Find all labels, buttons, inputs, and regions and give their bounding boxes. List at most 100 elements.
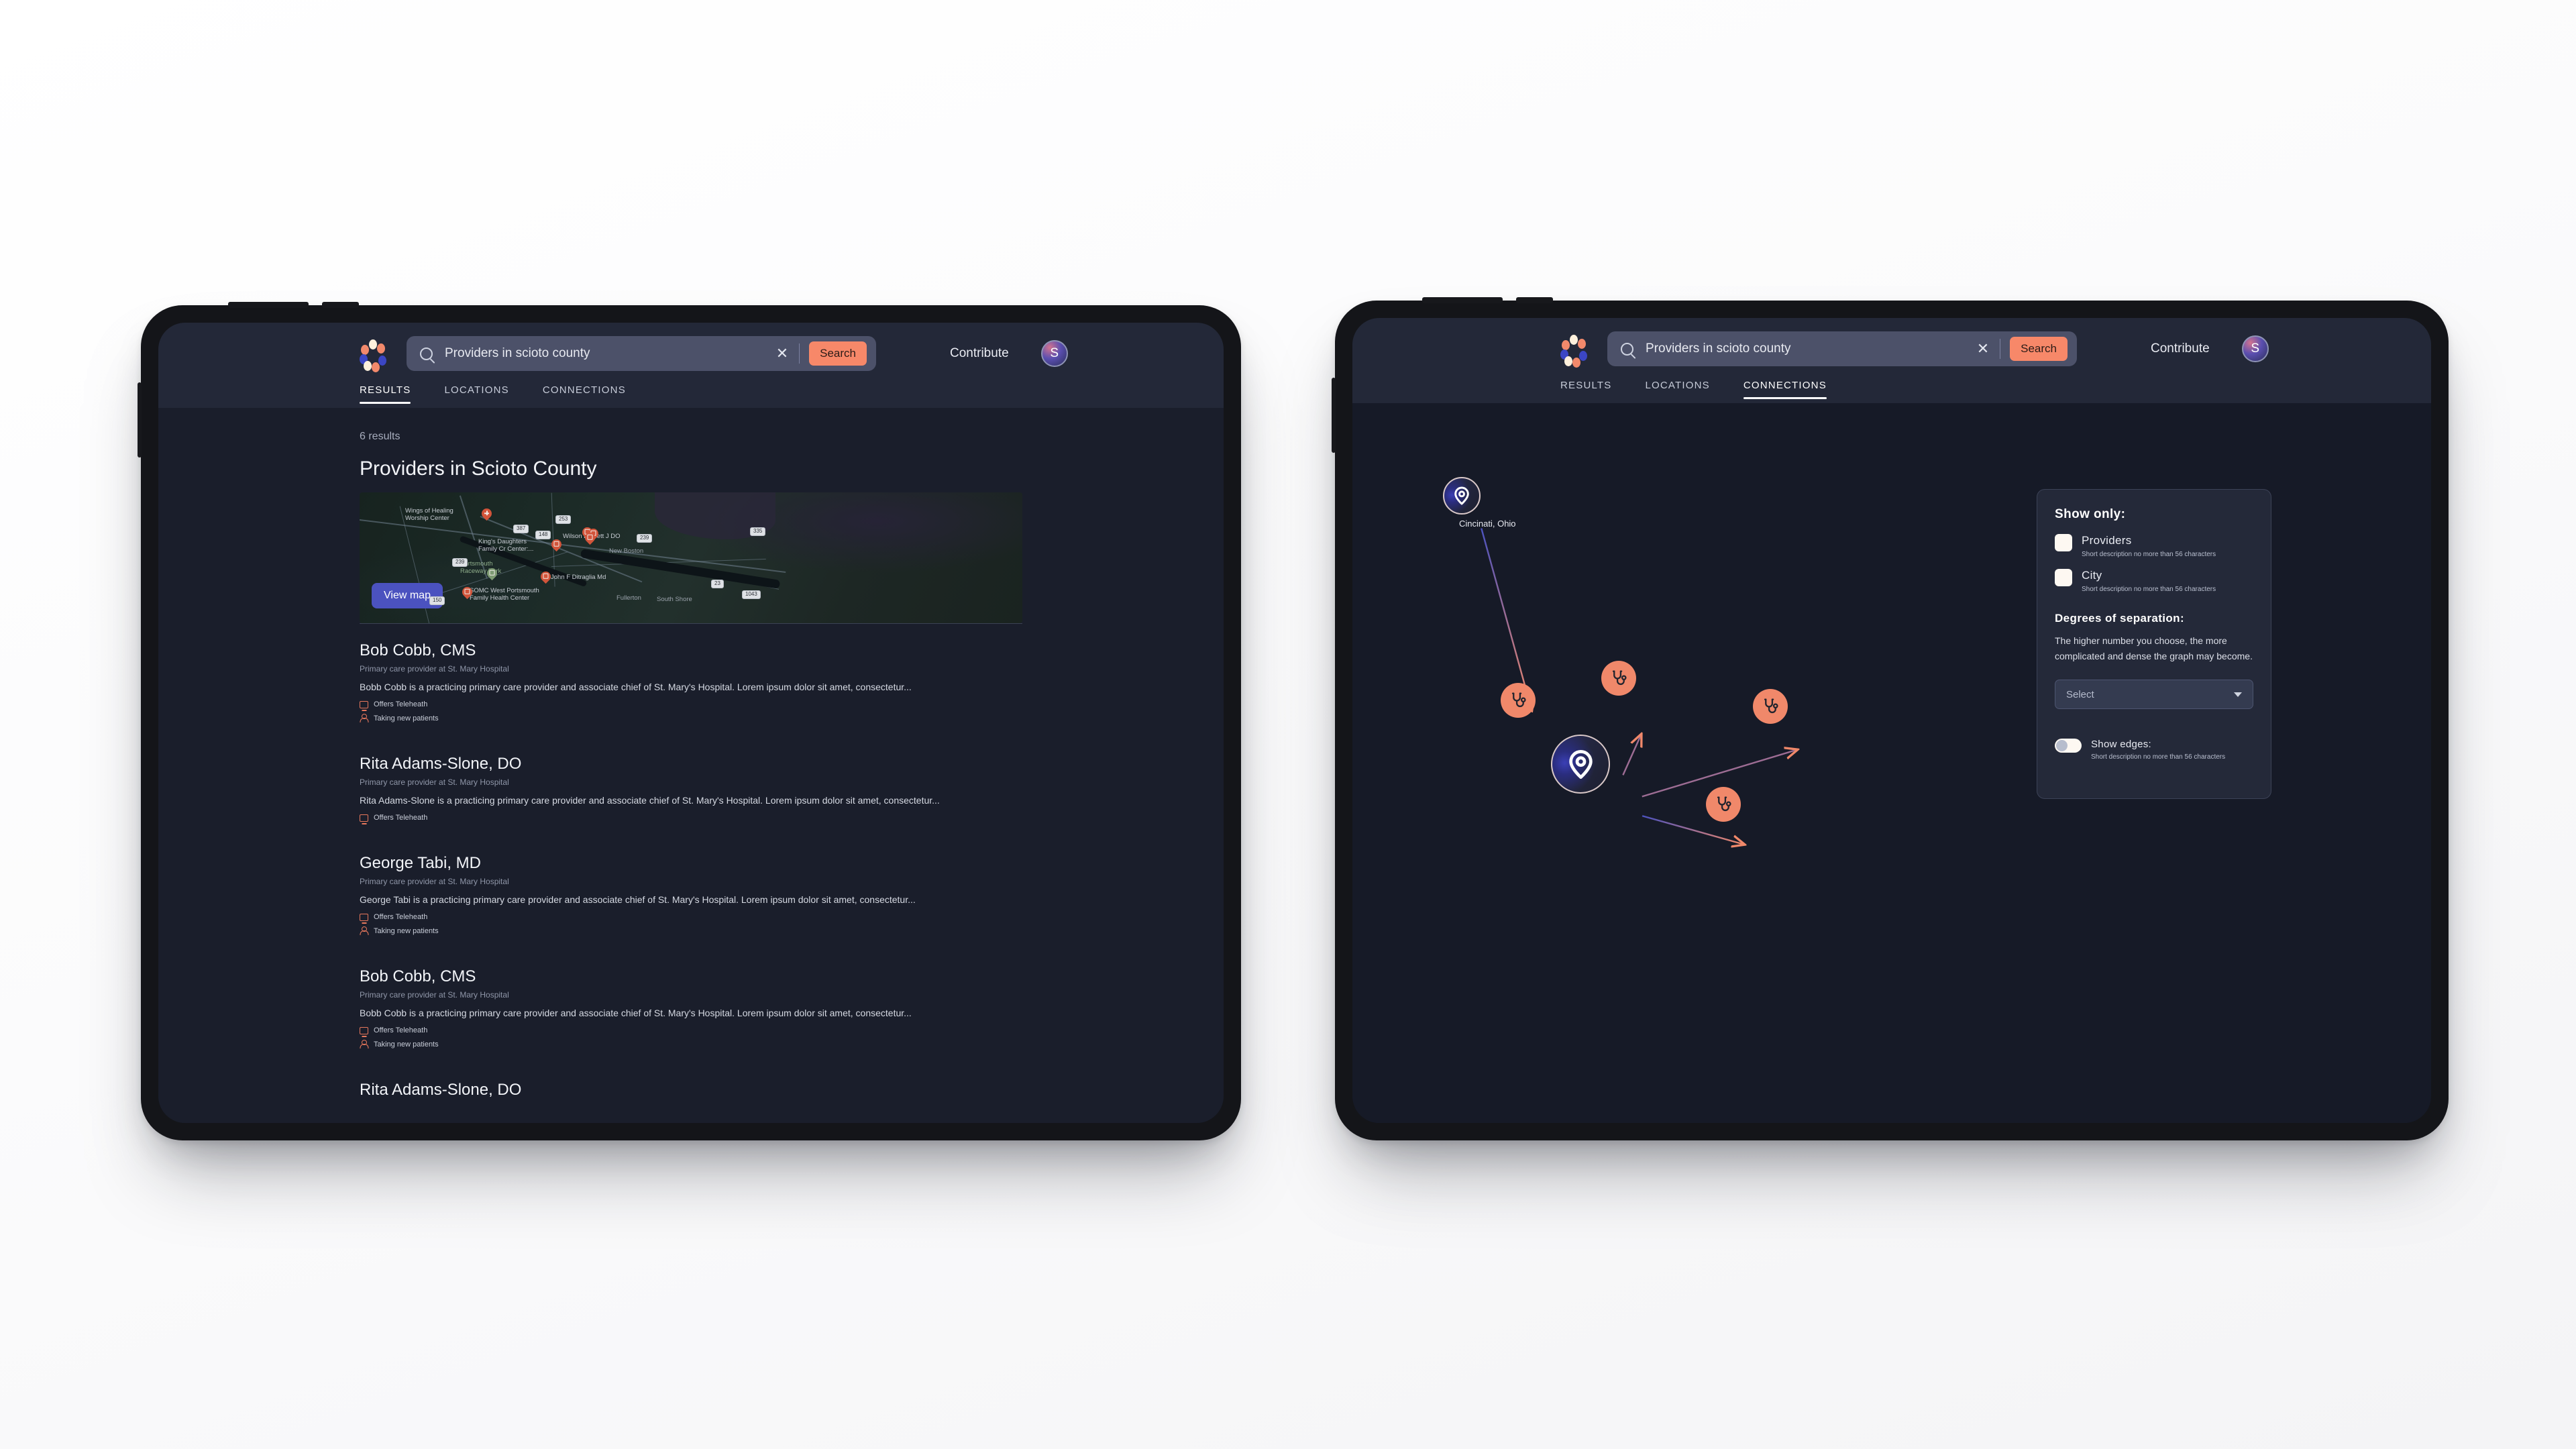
provider-result-card[interactable]: George Tabi, MD Primary care provider at …	[360, 837, 1022, 950]
graph-location-node[interactable]	[1551, 735, 1610, 794]
screenshot-canvas: Providers in scioto county ✕ Search Cont…	[0, 0, 2576, 1449]
map-label: John F Ditraglia Md	[551, 574, 606, 581]
tab-locations[interactable]: LOCATIONS	[1645, 380, 1709, 399]
telehealth-monitor-icon	[360, 814, 368, 822]
provider-badges: Offers Teleheath Taking new patients	[360, 913, 1022, 935]
degrees-heading: Degrees of separation:	[2055, 612, 2185, 625]
search-button[interactable]: Search	[2010, 337, 2068, 361]
top-bar-right: Providers in scioto county ✕ Search Cont…	[1352, 318, 2431, 403]
degrees-select[interactable]: Select	[2055, 680, 2253, 710]
telehealth-monitor-icon	[360, 913, 368, 921]
telehealth-monitor-icon	[360, 700, 368, 708]
map-label: SOMC West Portsmouth Family Health Cente…	[470, 587, 539, 602]
provider-result-card[interactable]: Rita Adams-Slone, DO Primary care provide…	[360, 737, 1022, 837]
provider-name[interactable]: Bob Cobb, CMS	[360, 967, 1022, 986]
map-route-shield: 239	[637, 534, 653, 543]
provider-badges: Offers Teleheath	[360, 814, 1022, 822]
map-pin-icon[interactable]	[479, 506, 494, 521]
graph-provider-node[interactable]	[1601, 661, 1636, 696]
search-bar[interactable]: Providers in scioto county ✕ Search	[1607, 331, 2077, 366]
tab-connections[interactable]: CONNECTIONS	[543, 384, 626, 404]
tablet-right-screen: Providers in scioto county ✕ Search Cont…	[1352, 318, 2431, 1123]
tab-locations[interactable]: LOCATIONS	[444, 384, 508, 404]
stethoscope-icon	[1717, 796, 1731, 811]
providers-checkbox[interactable]	[2055, 534, 2072, 551]
map-pin-icon	[1568, 749, 1593, 779]
status-badge-label: Offers Teleheath	[374, 814, 428, 822]
checkbox-row-city[interactable]: City Short description no more than 56 c…	[2055, 569, 2253, 593]
clear-search-icon[interactable]: ✕	[768, 346, 796, 361]
map-label: Fullerton	[616, 594, 641, 602]
contribute-link[interactable]: Contribute	[2151, 341, 2210, 356]
new-patients-person-icon	[360, 926, 368, 935]
provider-name[interactable]: Rita Adams-Slone, DO	[360, 755, 1022, 773]
provider-name[interactable]: Rita Adams-Slone, DO	[360, 1081, 1022, 1099]
search-button[interactable]: Search	[809, 341, 867, 366]
avatar-initial: S	[1050, 346, 1059, 360]
show-edges-row[interactable]: Show edges: Short description no more th…	[2055, 739, 2253, 761]
show-only-options: Providers Short description no more than…	[2055, 534, 2253, 593]
clear-search-icon[interactable]: ✕	[1969, 341, 1997, 356]
tab-bar-right: RESULTS LOCATIONS CONNECTIONS	[1352, 380, 2431, 403]
map-route-shield: 23	[711, 580, 724, 588]
graph-location-node[interactable]	[1443, 477, 1481, 515]
telehealth-monitor-icon	[360, 1026, 368, 1034]
provider-result-card[interactable]: Bob Cobb, CMS Primary care provider at St…	[360, 950, 1022, 1063]
map-route-shield: 1043	[742, 590, 761, 599]
search-bar[interactable]: Providers in scioto county ✕ Search	[407, 336, 876, 371]
map-image[interactable]: View map Wings of Healing Worship Center…	[360, 492, 1022, 623]
show-edges-toggle[interactable]	[2055, 739, 2082, 753]
provider-result-card[interactable]: Rita Adams-Slone, DO	[360, 1063, 1022, 1114]
avatar[interactable]: S	[2241, 335, 2269, 362]
tablet-left: Providers in scioto county ✕ Search Cont…	[138, 302, 1241, 1140]
tab-results[interactable]: RESULTS	[360, 384, 411, 404]
status-badge: Offers Teleheath	[360, 913, 1022, 921]
avatar[interactable]: S	[1040, 340, 1068, 367]
provider-result-card[interactable]: Bob Cobb, CMS Primary care provider at St…	[360, 623, 1022, 737]
graph-provider-node[interactable]	[1706, 787, 1741, 822]
provider-role: Primary care provider at St. Mary Hospit…	[360, 777, 509, 787]
search-divider	[799, 343, 800, 364]
provider-name[interactable]: Bob Cobb, CMS	[360, 641, 1022, 660]
provider-role: Primary care provider at St. Mary Hospit…	[360, 664, 509, 674]
map-card[interactable]: View map Wings of Healing Worship Center…	[360, 492, 1022, 623]
city-description: Short description no more than 56 charac…	[2082, 586, 2216, 593]
provider-name[interactable]: George Tabi, MD	[360, 854, 1022, 873]
map-label: New Boston	[609, 547, 644, 555]
graph-provider-node[interactable]	[1501, 683, 1536, 718]
contribute-link[interactable]: Contribute	[950, 346, 1009, 361]
provider-badges: Offers Teleheath Taking new patients	[360, 1026, 1022, 1049]
status-badge-label: Taking new patients	[374, 714, 439, 722]
provider-results-list[interactable]: Bob Cobb, CMS Primary care provider at St…	[158, 623, 1224, 1114]
show-edges-description: Short description no more than 56 charac…	[2091, 753, 2226, 761]
degrees-select-value: Select	[2066, 688, 2094, 700]
provider-description: Bobb Cobb is a practicing primary care p…	[360, 682, 912, 692]
map-route-shield: 239	[452, 558, 468, 567]
connections-graph-panel[interactable]: Cincinati, Ohio Show only: Providers Sho…	[1352, 403, 2431, 1123]
checkbox-row-providers[interactable]: Providers Short description no more than…	[2055, 534, 2253, 558]
graph-provider-node[interactable]	[1753, 689, 1788, 724]
status-badge: Taking new patients	[360, 926, 1022, 935]
avatar-initial: S	[2251, 341, 2260, 356]
graph-settings-panel[interactable]: Show only: Providers Short description n…	[2037, 489, 2271, 799]
chevron-down-icon	[2234, 692, 2242, 697]
providers-description: Short description no more than 56 charac…	[2082, 551, 2216, 558]
search-input[interactable]: Providers in scioto county	[1633, 341, 1969, 356]
provider-role: Primary care provider at St. Mary Hospit…	[360, 990, 509, 1000]
app-right: Providers in scioto county ✕ Search Cont…	[1352, 318, 2431, 1123]
tab-results[interactable]: RESULTS	[1560, 380, 1611, 399]
provider-description: George Tabi is a practicing primary care…	[360, 894, 916, 905]
results-panel[interactable]: 6 results Providers in Scioto County Vie…	[158, 408, 1224, 1123]
provider-role: Primary care provider at St. Mary Hospit…	[360, 877, 509, 886]
providers-label: Providers	[2082, 534, 2132, 547]
status-badge-label: Offers Teleheath	[374, 913, 428, 921]
tab-connections[interactable]: CONNECTIONS	[1743, 380, 1827, 399]
loading-dots-logo	[360, 338, 390, 372]
page-title: Providers in Scioto County	[360, 458, 597, 480]
stethoscope-icon	[1764, 698, 1778, 713]
search-icon	[420, 347, 433, 360]
search-input[interactable]: Providers in scioto county	[433, 346, 768, 361]
city-checkbox[interactable]	[2055, 569, 2072, 586]
status-badge-label: Taking new patients	[374, 926, 439, 935]
show-edges-label: Show edges:	[2091, 739, 2152, 751]
